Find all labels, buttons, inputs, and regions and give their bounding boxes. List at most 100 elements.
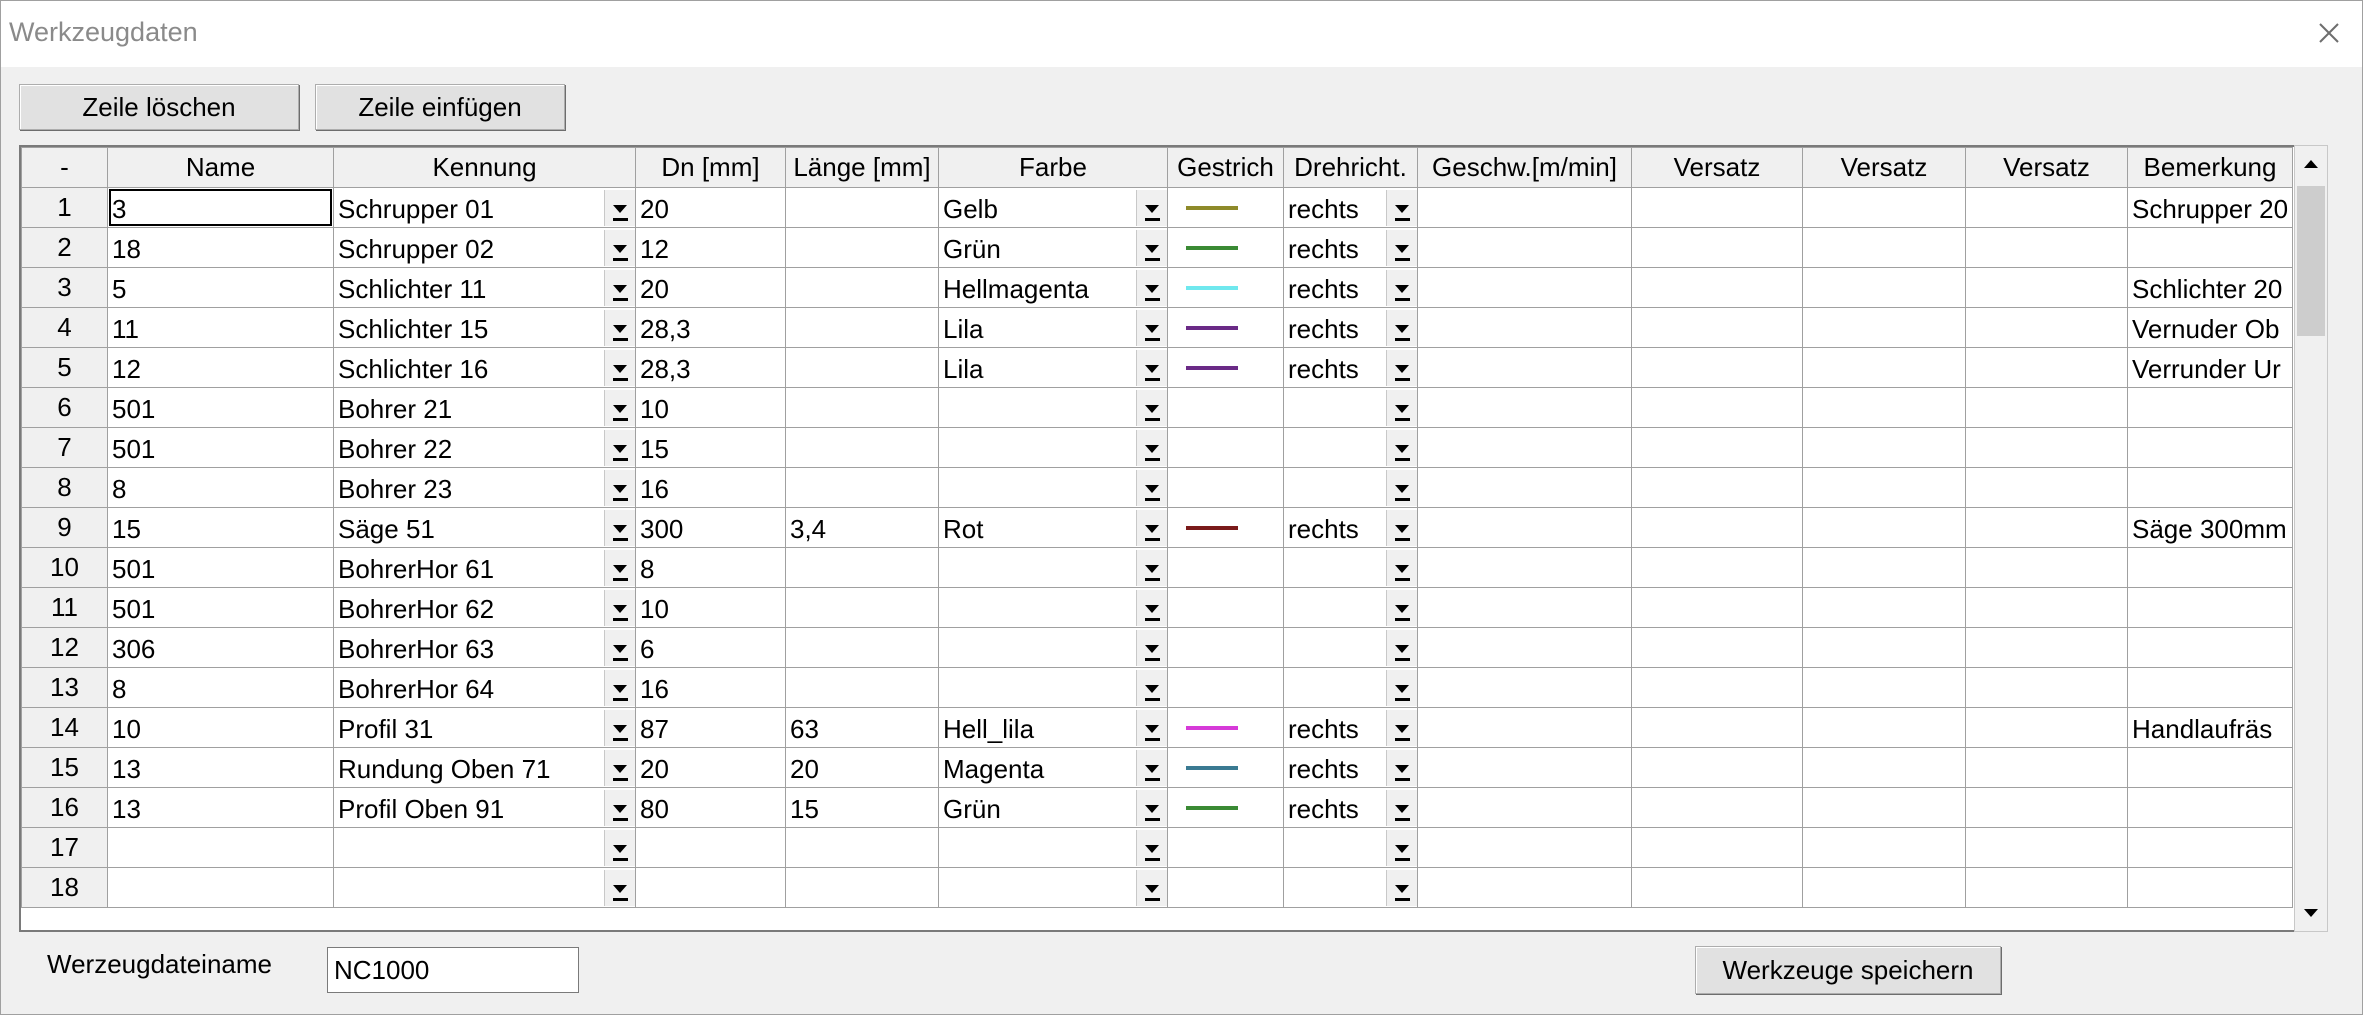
cell-dreh[interactable]: rechts	[1283, 707, 1418, 748]
chevron-down-icon[interactable]	[1136, 790, 1167, 826]
chevron-down-icon[interactable]	[1136, 350, 1167, 386]
cell-geschw[interactable]	[1417, 867, 1632, 908]
cell-farbe[interactable]: Hellmagenta	[938, 267, 1168, 308]
cell-laenge[interactable]	[785, 867, 939, 908]
cell-bemerkung[interactable]	[2127, 747, 2293, 788]
cell-gestrich[interactable]	[1167, 827, 1284, 868]
column-header[interactable]: -	[21, 147, 108, 188]
cell-laenge[interactable]	[785, 307, 939, 348]
cell-bemerkung[interactable]: Verrunder Ur	[2127, 347, 2293, 388]
cell-v1[interactable]	[1631, 467, 1803, 508]
cell-bemerkung[interactable]	[2127, 467, 2293, 508]
cell-dreh[interactable]	[1283, 667, 1418, 708]
cell-v1[interactable]	[1631, 587, 1803, 628]
cell-v2[interactable]	[1802, 267, 1966, 308]
cell-kennung[interactable]: Bohrer 22	[333, 427, 636, 468]
cell-v2[interactable]	[1802, 867, 1966, 908]
chevron-down-icon[interactable]	[1136, 750, 1167, 786]
chevron-down-icon[interactable]	[604, 630, 635, 666]
cell-laenge[interactable]	[785, 667, 939, 708]
cell-v1[interactable]	[1631, 267, 1803, 308]
column-header[interactable]: Versatz	[1631, 147, 1803, 188]
chevron-down-icon[interactable]	[1136, 710, 1167, 746]
cell-farbe[interactable]: Grün	[938, 227, 1168, 268]
cell-kennung[interactable]	[333, 827, 636, 868]
column-header[interactable]: Dn [mm]	[635, 147, 786, 188]
cell-v1[interactable]	[1631, 547, 1803, 588]
cell-geschw[interactable]	[1417, 187, 1632, 228]
chevron-down-icon[interactable]	[1386, 670, 1417, 706]
cell-kennung[interactable]: Schlichter 16	[333, 347, 636, 388]
column-header[interactable]: Name	[107, 147, 334, 188]
cell-name[interactable]	[107, 867, 334, 908]
cell-gestrich[interactable]	[1167, 707, 1284, 748]
chevron-down-icon[interactable]	[1136, 590, 1167, 626]
cell-v3[interactable]	[1965, 587, 2128, 628]
chevron-down-icon[interactable]	[604, 870, 635, 906]
chevron-down-icon[interactable]	[1386, 270, 1417, 306]
column-header[interactable]: Geschw.[m/min]	[1417, 147, 1632, 188]
cell-farbe[interactable]: Magenta	[938, 747, 1168, 788]
cell-v3[interactable]	[1965, 747, 2128, 788]
chevron-down-icon[interactable]	[1136, 510, 1167, 546]
cell-gestrich[interactable]	[1167, 787, 1284, 828]
cell-farbe[interactable]	[938, 867, 1168, 908]
cell-gestrich[interactable]	[1167, 747, 1284, 788]
cell-v1[interactable]	[1631, 387, 1803, 428]
chevron-down-icon[interactable]	[1136, 670, 1167, 706]
row-number[interactable]: 10	[21, 547, 108, 588]
cell-v3[interactable]	[1965, 667, 2128, 708]
cell-kennung[interactable]: Bohrer 21	[333, 387, 636, 428]
cell-name[interactable]	[107, 827, 334, 868]
chevron-down-icon[interactable]	[1386, 710, 1417, 746]
scroll-up-icon[interactable]	[2295, 146, 2327, 182]
cell-gestrich[interactable]	[1167, 307, 1284, 348]
chevron-down-icon[interactable]	[1136, 550, 1167, 586]
cell-geschw[interactable]	[1417, 827, 1632, 868]
cell-v1[interactable]	[1631, 627, 1803, 668]
cell-name[interactable]: 12	[107, 347, 334, 388]
cell-dreh[interactable]: rechts	[1283, 747, 1418, 788]
cell-farbe[interactable]: Hell_lila	[938, 707, 1168, 748]
cell-kennung[interactable]	[333, 867, 636, 908]
cell-bemerkung[interactable]	[2127, 827, 2293, 868]
row-number[interactable]: 1	[21, 187, 108, 228]
row-number[interactable]: 3	[21, 267, 108, 308]
cell-geschw[interactable]	[1417, 387, 1632, 428]
chevron-down-icon[interactable]	[1136, 430, 1167, 466]
cell-name[interactable]: 8	[107, 467, 334, 508]
cell-geschw[interactable]	[1417, 427, 1632, 468]
cell-laenge[interactable]: 15	[785, 787, 939, 828]
cell-dn[interactable]: 16	[635, 667, 786, 708]
cell-dreh[interactable]	[1283, 387, 1418, 428]
cell-kennung[interactable]: Schrupper 01	[333, 187, 636, 228]
chevron-down-icon[interactable]	[604, 710, 635, 746]
row-number[interactable]: 13	[21, 667, 108, 708]
cell-gestrich[interactable]	[1167, 867, 1284, 908]
cell-geschw[interactable]	[1417, 267, 1632, 308]
column-header[interactable]: Farbe	[938, 147, 1168, 188]
cell-dn[interactable]: 10	[635, 387, 786, 428]
cell-dreh[interactable]: rechts	[1283, 787, 1418, 828]
cell-v2[interactable]	[1802, 747, 1966, 788]
cell-farbe[interactable]: Gelb	[938, 187, 1168, 228]
cell-v3[interactable]	[1965, 467, 2128, 508]
chevron-down-icon[interactable]	[1136, 390, 1167, 426]
cell-v2[interactable]	[1802, 547, 1966, 588]
vertical-scrollbar[interactable]	[2294, 145, 2328, 932]
cell-v1[interactable]	[1631, 187, 1803, 228]
cell-farbe[interactable]	[938, 827, 1168, 868]
cell-geschw[interactable]	[1417, 627, 1632, 668]
cell-geschw[interactable]	[1417, 507, 1632, 548]
chevron-down-icon[interactable]	[1386, 390, 1417, 426]
cell-bemerkung[interactable]: Schlichter 20	[2127, 267, 2293, 308]
cell-farbe[interactable]	[938, 547, 1168, 588]
cell-v2[interactable]	[1802, 307, 1966, 348]
cell-dreh[interactable]: rechts	[1283, 307, 1418, 348]
cell-v2[interactable]	[1802, 827, 1966, 868]
cell-dn[interactable]: 16	[635, 467, 786, 508]
chevron-down-icon[interactable]	[1386, 510, 1417, 546]
cell-v2[interactable]	[1802, 707, 1966, 748]
cell-dreh[interactable]: rechts	[1283, 187, 1418, 228]
row-number[interactable]: 15	[21, 747, 108, 788]
